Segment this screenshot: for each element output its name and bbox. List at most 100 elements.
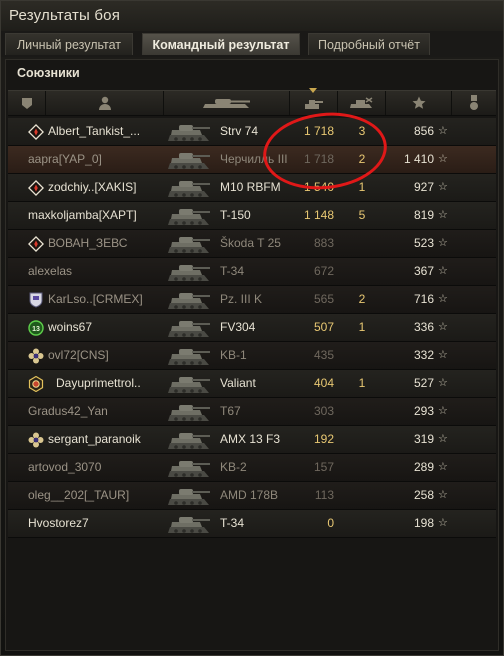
damage-value: 435 (313, 348, 334, 362)
player-row[interactable]: Dayuprimettrol.. Valiant 404 1 527 ☆ (8, 370, 496, 398)
player-row[interactable]: ВОВАН_ЗЕВС Škoda T 25 883 523 ☆ (8, 230, 496, 258)
tab-personal-result[interactable]: Личный результат (5, 33, 133, 55)
vehicle-icon (166, 176, 212, 200)
experience-value: 927 (413, 180, 434, 194)
damage-value: 1 540 (303, 180, 334, 194)
column-achievements[interactable] (452, 91, 496, 115)
clan-badge-icon (28, 292, 44, 308)
player-name: zodchiy..[XAKIS] (48, 180, 137, 194)
player-row[interactable]: ovl72[CNS] KB-1 435 332 ☆ (8, 342, 496, 370)
vehicle-icon (166, 232, 212, 256)
kills-value (354, 230, 370, 257)
player-row[interactable]: maxkoljamba[XAPT] T-150 1 148 5 819 ☆ (8, 202, 496, 230)
title-bar[interactable]: Результаты боя (1, 1, 503, 32)
kills-value (354, 342, 370, 369)
kills-value: 5 (358, 208, 366, 222)
experience-star-icon: ☆ (438, 209, 448, 221)
experience-value: 1 410 (403, 152, 434, 166)
tab-detailed-report[interactable]: Подробный отчёт (308, 33, 430, 55)
flower-badge-icon (28, 348, 44, 364)
column-player[interactable] (46, 91, 164, 115)
player-name: alexelas (28, 264, 73, 278)
player-row[interactable]: Hvostorez7 T-34 0 198 ☆ (8, 510, 496, 538)
experience-value: 819 (413, 208, 434, 222)
medal-icon (470, 95, 478, 110)
experience-value: 198 (413, 516, 434, 530)
kills-value (354, 426, 370, 453)
13-badge-icon: 13 (28, 320, 44, 336)
vehicle-icon (166, 428, 212, 452)
player-row[interactable]: Gradus42_Yan T67 303 293 ☆ (8, 398, 496, 426)
vehicle-icon (166, 400, 212, 424)
vehicle-icon (166, 484, 212, 508)
column-vehicle[interactable] (164, 91, 290, 115)
experience-star-icon: ☆ (438, 321, 448, 333)
experience-value: 258 (413, 488, 434, 502)
allies-title: Союзники (17, 66, 80, 80)
vehicle-icon (166, 344, 212, 368)
diamond-badge-icon (28, 180, 44, 196)
vehicle-icon (166, 120, 212, 144)
experience-star-icon: ☆ (438, 461, 448, 473)
column-experience[interactable] (386, 91, 452, 115)
damage-value: 192 (313, 432, 334, 446)
vehicle-icon (166, 456, 212, 480)
player-name: Dayuprimettrol.. (56, 376, 141, 390)
player-row[interactable]: Albert_Tankist_... Strv 74 1 718 3 856 ☆ (8, 118, 496, 146)
player-row[interactable]: 13 woins67 FV304 507 1 336 ☆ (8, 314, 496, 342)
kills-value (354, 398, 370, 425)
player-name: Albert_Tankist_... (48, 124, 141, 138)
column-damage[interactable] (290, 88, 338, 115)
kills-value: 1 (358, 320, 366, 334)
tab-bar: Личный результат Командный результат Под… (1, 31, 503, 57)
player-name: Hvostorez7 (28, 516, 89, 530)
experience-star-icon (412, 96, 425, 109)
experience-value: 367 (413, 264, 434, 278)
player-row[interactable]: zodchiy..[XAKIS] M10 RBFM 1 540 1 927 ☆ (8, 174, 496, 202)
player-name: ovl72[CNS] (48, 348, 109, 362)
battle-results-window: Результаты боя Личный результат Командны… (0, 0, 504, 656)
player-name: maxkoljamba[XAPT] (28, 208, 137, 222)
experience-value: 336 (413, 320, 434, 334)
damage-value: 565 (313, 292, 334, 306)
tab-team-result[interactable]: Командный результат (142, 33, 300, 55)
player-row[interactable]: oleg__202[_TAUR] AMD 178B 113 258 ☆ (8, 482, 496, 510)
experience-star-icon: ☆ (438, 237, 448, 249)
experience-star-icon: ☆ (438, 125, 448, 137)
player-name: ВОВАН_ЗЕВС (48, 236, 128, 250)
player-row[interactable]: KarLso..[CRMEX] Pz. III K 565 2 716 ☆ (8, 286, 496, 314)
kills-icon (349, 97, 372, 108)
experience-star-icon: ☆ (438, 181, 448, 193)
player-name: sergant_paranoik (48, 432, 141, 446)
experience-star-icon: ☆ (438, 153, 448, 165)
column-kills[interactable] (338, 91, 386, 115)
allies-panel: Союзники Albert_Tankist_... Strv 74 1 71… (5, 59, 499, 651)
player-row[interactable]: aapra[YAP_0] Черчилль III 1 718 2 1 410 ☆ (8, 146, 496, 174)
vehicle-icon (166, 288, 212, 312)
table-header (8, 88, 496, 116)
damage-value: 1 148 (303, 208, 334, 222)
player-row[interactable]: artovod_3070 KB-2 157 289 ☆ (8, 454, 496, 482)
kills-value (354, 510, 370, 537)
platoon-icon (21, 97, 32, 109)
player-row[interactable]: alexelas T-34 672 367 ☆ (8, 258, 496, 286)
experience-star-icon: ☆ (438, 489, 448, 501)
experience-star-icon: ☆ (438, 377, 448, 389)
damage-value: 1 718 (303, 152, 334, 166)
experience-value: 289 (413, 460, 434, 474)
experience-value: 856 (413, 124, 434, 138)
experience-star-icon: ☆ (438, 265, 448, 277)
vehicle-icon (166, 316, 212, 340)
player-icon (98, 96, 111, 110)
damage-value: 303 (313, 404, 334, 418)
sort-indicator-icon (309, 88, 317, 93)
kills-value (354, 454, 370, 481)
column-platoon[interactable] (8, 91, 46, 115)
diamond-badge-icon (28, 124, 44, 140)
damage-value: 507 (313, 320, 334, 334)
damage-value: 113 (314, 488, 334, 502)
kills-value: 2 (358, 152, 366, 166)
player-row[interactable]: sergant_paranoik AMX 13 F3 192 319 ☆ (8, 426, 496, 454)
kills-value (354, 482, 370, 509)
damage-value: 883 (313, 236, 334, 250)
